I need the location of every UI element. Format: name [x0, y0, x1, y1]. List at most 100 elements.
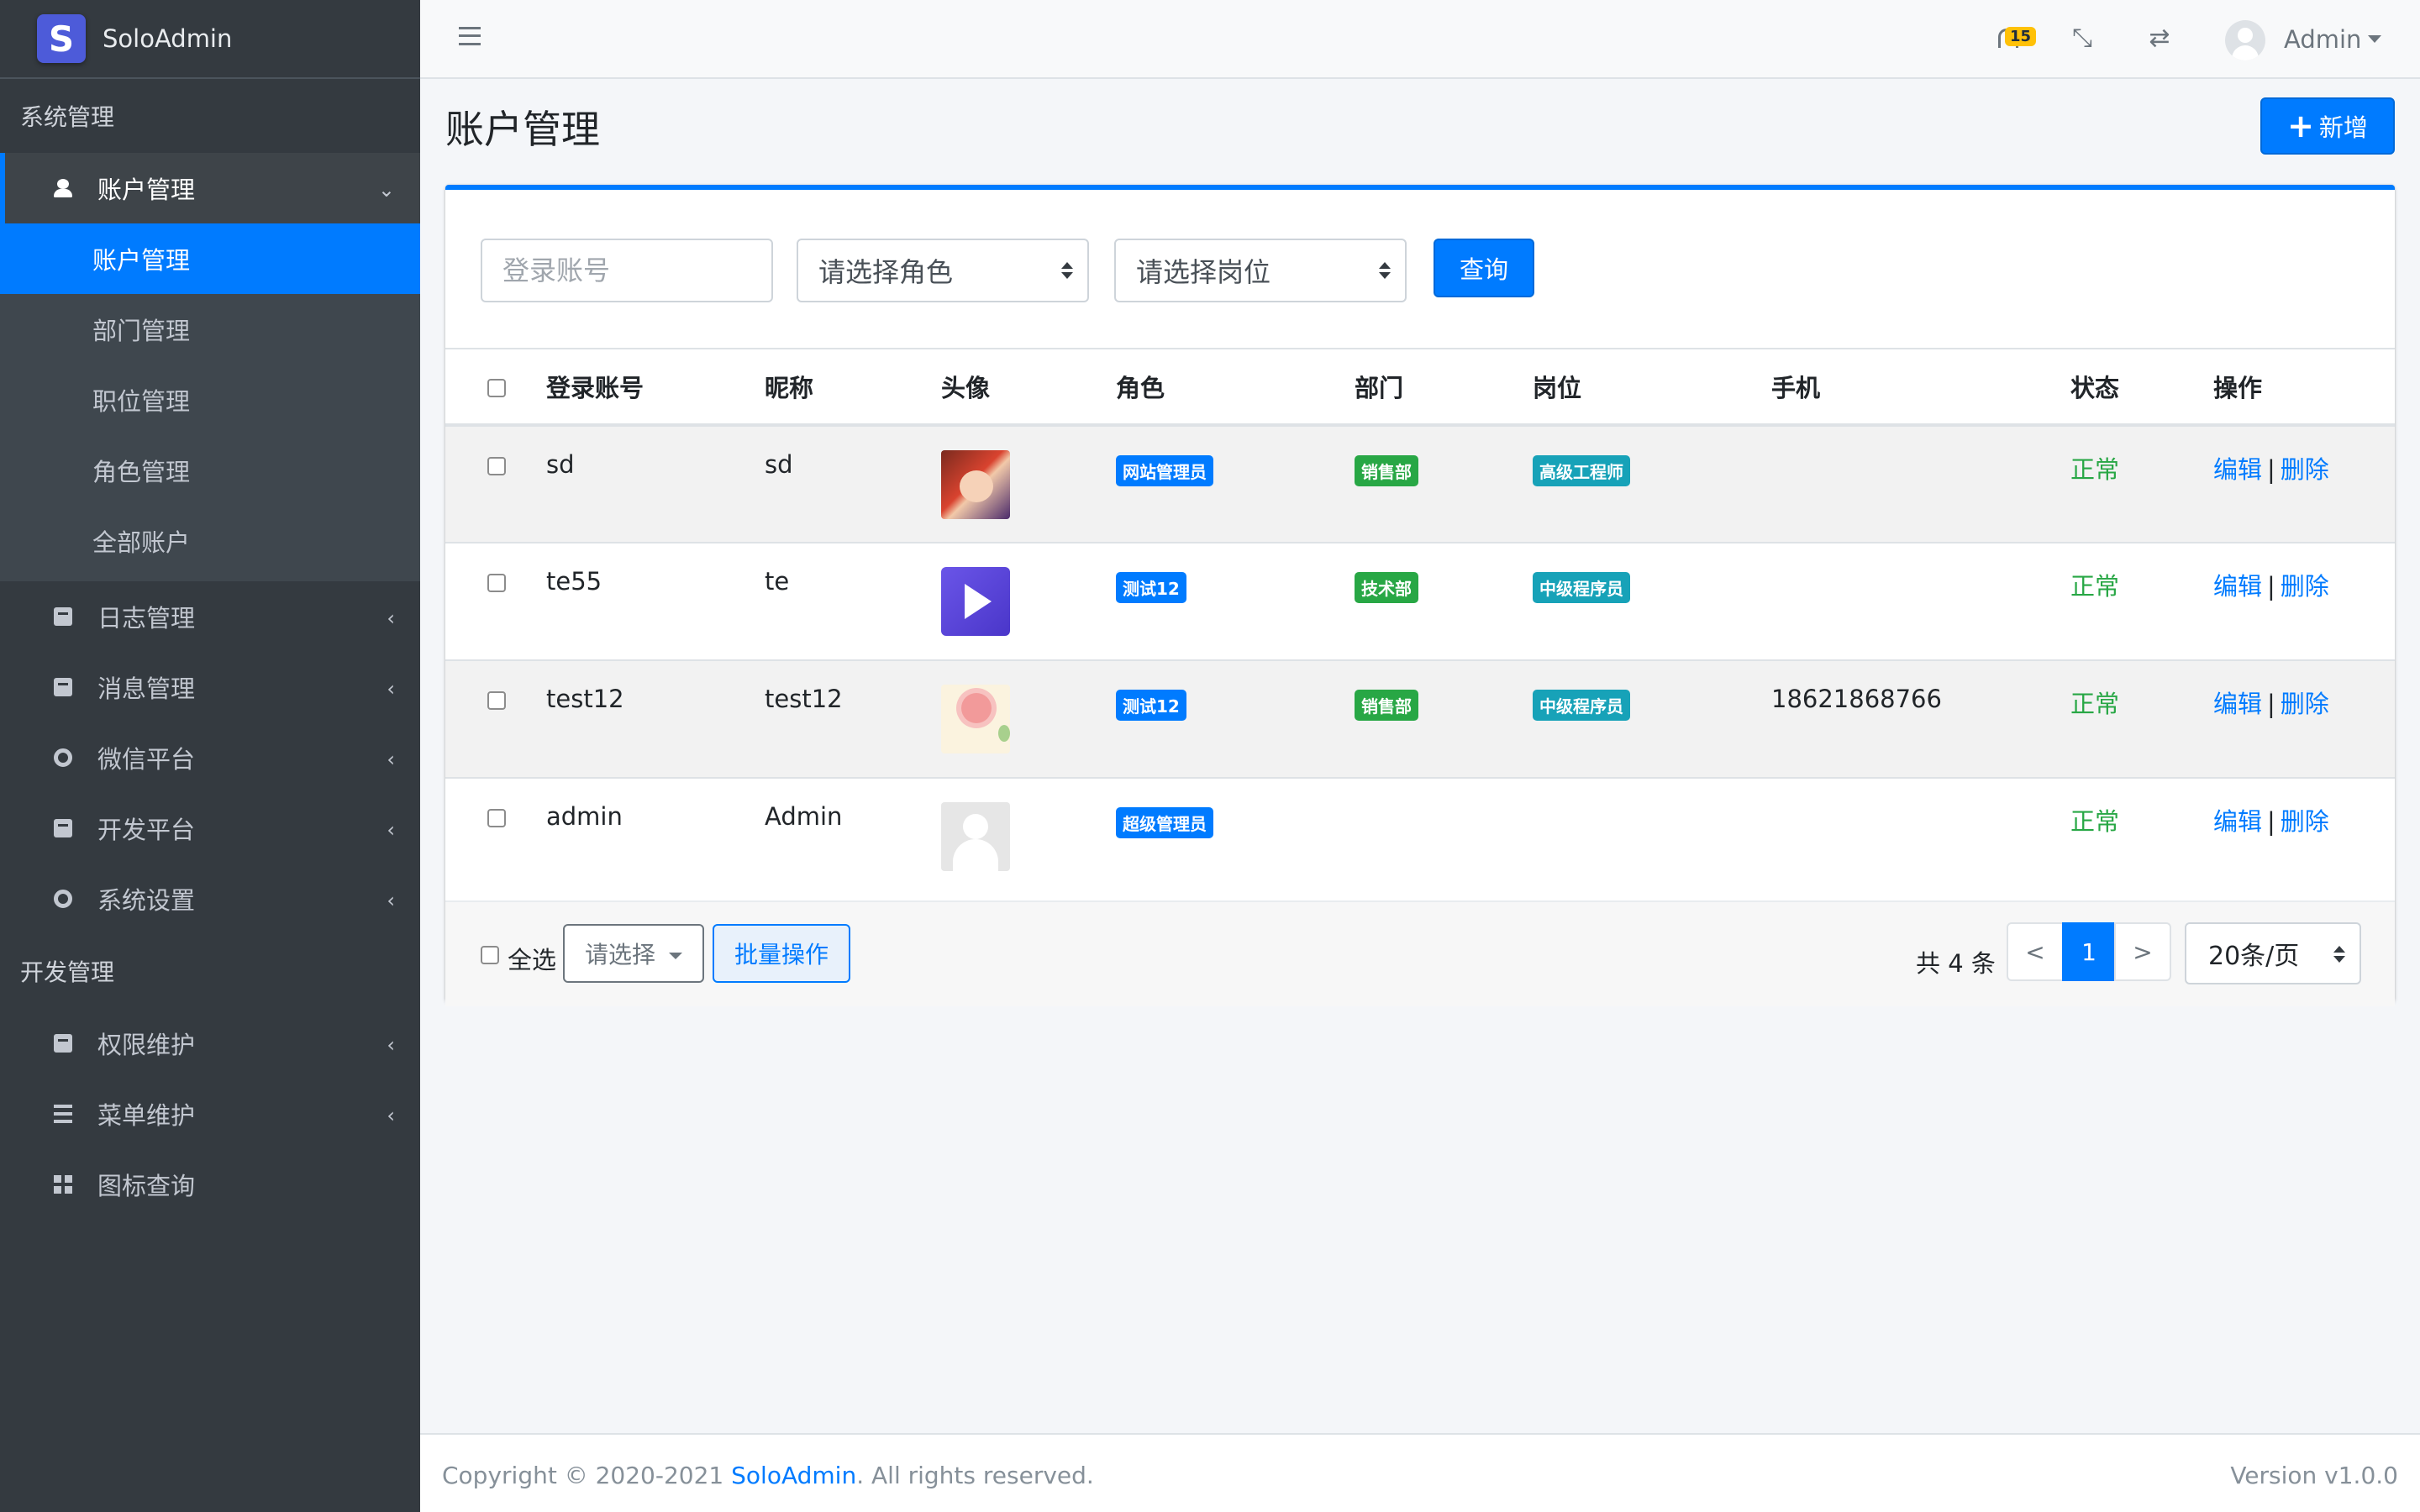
- row-select-cell: [445, 542, 546, 660]
- sidebar-subitem-all-accounts[interactable]: 全部账户: [0, 506, 420, 576]
- cell-avatar: [941, 424, 1116, 543]
- sidebar-item-menus[interactable]: 菜单维护 ‹: [0, 1079, 420, 1149]
- row-select-cell: [445, 424, 546, 543]
- sidebar-item-label: 系统设置: [97, 886, 196, 915]
- row-checkbox[interactable]: [487, 574, 506, 592]
- cell-dept: 销售部: [1355, 659, 1533, 778]
- cell-dept: [1355, 777, 1533, 895]
- wechat-icon: [54, 748, 72, 767]
- table-row: admin Admin 超级管理员 正常 编辑 | 删除: [445, 777, 2395, 895]
- col-header-dept: 部门: [1355, 349, 1533, 427]
- accounts-card: 请选择角色 请选择岗位 查询 登录账号 昵称 头像 角色 部门 岗位 手机: [445, 185, 2395, 1006]
- select-all-header-checkbox[interactable]: [487, 379, 506, 397]
- table-footer: 全选 请选择 批量操作 共 4 条 < 1 > 20条/页: [445, 900, 2395, 1006]
- user-menu-name[interactable]: Admin: [2284, 25, 2361, 54]
- role-badge: 超级管理员: [1116, 807, 1213, 838]
- sidebar-item-logs[interactable]: 日志管理 ‹: [0, 581, 420, 652]
- brand-link[interactable]: S SoloAdmin: [0, 0, 420, 79]
- compress-icon[interactable]: ⤡: [2069, 25, 2096, 52]
- pagination-page-1[interactable]: 1: [2062, 922, 2116, 981]
- chevron-left-icon: ‹: [387, 1104, 395, 1127]
- filter-bar: 请选择角色 请选择岗位 查询: [445, 190, 2395, 349]
- cell-account: test12: [546, 659, 765, 778]
- sidebar-item-label: 微信平台: [97, 745, 196, 774]
- edit-link[interactable]: 编辑: [2213, 807, 2262, 836]
- sidebar-subitem-position[interactable]: 职位管理: [0, 365, 420, 435]
- avatar-image: [941, 450, 1010, 519]
- query-button[interactable]: 查询: [1434, 239, 1534, 297]
- sidebar-subitem-department[interactable]: 部门管理: [0, 294, 420, 365]
- sidebar-item-dev-platform[interactable]: 开发平台 ‹: [0, 793, 420, 864]
- add-button[interactable]: + 新增: [2260, 97, 2395, 155]
- action-separator: |: [2267, 455, 2275, 484]
- sidebar-item-account[interactable]: 账户管理 ⌄: [0, 153, 420, 223]
- role-badge: 网站管理员: [1116, 455, 1213, 486]
- list-icon: [54, 1105, 72, 1123]
- total-count: 共 4 条: [1916, 949, 1996, 978]
- sidebar-item-icons[interactable]: 图标查询: [0, 1149, 420, 1220]
- cell-role: 测试12: [1116, 542, 1355, 660]
- pagination-prev[interactable]: <: [2007, 922, 2064, 981]
- col-header-status: 状态: [2070, 349, 2213, 427]
- sidebar-item-settings[interactable]: 系统设置 ‹: [0, 864, 420, 934]
- brand-name: SoloAdmin: [103, 24, 233, 53]
- edit-link[interactable]: 编辑: [2213, 455, 2262, 484]
- dept-badge: 销售部: [1355, 455, 1418, 486]
- page-size-select[interactable]: 20条/页: [2185, 922, 2361, 984]
- role-select-value: 请选择角色: [818, 256, 954, 288]
- dept-badge: 销售部: [1355, 690, 1418, 721]
- status-text: 正常: [2070, 542, 2213, 660]
- delete-link[interactable]: 删除: [2281, 455, 2329, 484]
- select-all-label[interactable]: 全选: [508, 941, 556, 976]
- edit-link[interactable]: 编辑: [2213, 572, 2262, 601]
- cell-dept: 技术部: [1355, 542, 1533, 660]
- row-checkbox[interactable]: [487, 809, 506, 827]
- role-badge: 测试12: [1116, 572, 1186, 603]
- user-avatar[interactable]: [2225, 20, 2265, 60]
- role-select[interactable]: 请选择角色: [797, 239, 1089, 302]
- page-size-value: 20条/页: [2208, 942, 2300, 971]
- delete-link[interactable]: 删除: [2281, 807, 2329, 836]
- avatar-image: [941, 567, 1010, 636]
- plus-icon: +: [2287, 108, 2314, 144]
- copyright-prefix: Copyright © 2020-2021: [442, 1462, 732, 1489]
- caret-down-icon[interactable]: [2368, 35, 2381, 43]
- batch-action-button[interactable]: 批量操作: [713, 924, 850, 983]
- post-select-value: 请选择岗位: [1136, 256, 1271, 288]
- status-text: 正常: [2070, 659, 2213, 778]
- row-checkbox[interactable]: [487, 457, 506, 475]
- sidebar-item-messages[interactable]: 消息管理 ‹: [0, 652, 420, 722]
- pagination-next[interactable]: >: [2114, 922, 2171, 981]
- delete-link[interactable]: 删除: [2281, 690, 2329, 718]
- chevron-left-icon: ‹: [387, 748, 395, 771]
- cell-actions: 编辑 | 删除: [2213, 424, 2395, 543]
- top-navbar: 15 ⤡ ⇄ Admin: [420, 0, 2420, 79]
- sidebar-item-permissions[interactable]: 权限维护 ‹: [0, 1008, 420, 1079]
- bulk-action-select[interactable]: 请选择: [563, 924, 704, 983]
- cell-post: 中级程序员: [1533, 659, 1771, 778]
- menu-toggle-icon[interactable]: [459, 27, 481, 45]
- cell-nickname: te: [765, 542, 941, 660]
- swap-icon[interactable]: ⇄: [2146, 25, 2173, 52]
- dept-badge: 技术部: [1355, 572, 1418, 603]
- row-checkbox[interactable]: [487, 691, 506, 710]
- sidebar-subitem-role[interactable]: 角色管理: [0, 435, 420, 506]
- cell-account: sd: [546, 424, 765, 543]
- sidebar-item-wechat[interactable]: 微信平台 ‹: [0, 722, 420, 793]
- cell-phone: [1771, 777, 2070, 895]
- select-all-checkbox[interactable]: [481, 946, 499, 964]
- edit-link[interactable]: 编辑: [2213, 690, 2262, 718]
- cell-account: te55: [546, 542, 765, 660]
- cell-avatar: [941, 777, 1116, 895]
- cell-actions: 编辑 | 删除: [2213, 777, 2395, 895]
- delete-link[interactable]: 删除: [2281, 572, 2329, 601]
- table-row: sd sd 网站管理员 销售部 高级工程师 正常 编辑 | 删除: [445, 424, 2395, 543]
- brand-footer-link[interactable]: SoloAdmin: [731, 1462, 856, 1489]
- chevron-left-icon: ‹: [387, 818, 395, 842]
- post-select[interactable]: 请选择岗位: [1114, 239, 1407, 302]
- account-search-input[interactable]: [481, 239, 773, 302]
- copyright-suffix: . All rights reserved.: [856, 1462, 1094, 1489]
- row-select-cell: [445, 659, 546, 778]
- sidebar-subitem-account[interactable]: 账户管理: [0, 223, 420, 294]
- col-header-role: 角色: [1116, 349, 1355, 427]
